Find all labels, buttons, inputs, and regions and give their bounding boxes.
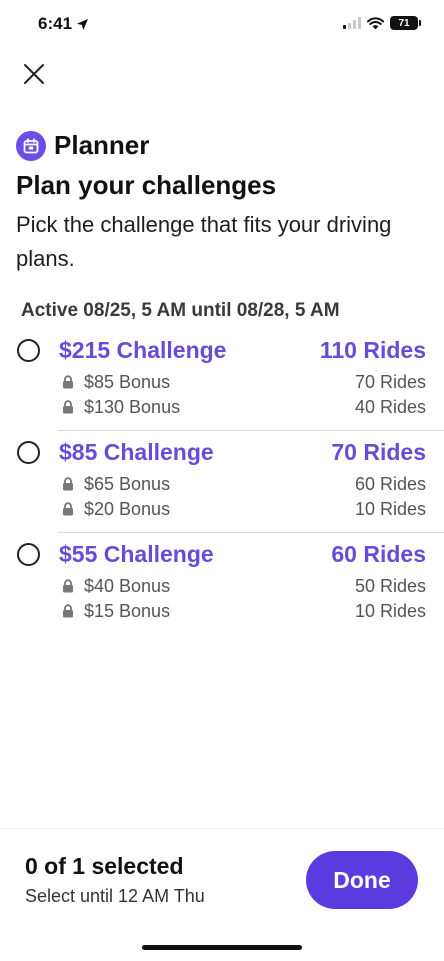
challenge-option[interactable]: $55 Challenge 60 Rides $40 Bonus 50 Ride… [0,532,444,640]
bonus-label: $65 Bonus [84,473,171,494]
bonus-label: $15 Bonus [84,600,171,621]
calendar-icon [16,130,46,161]
planner-label: Planner [54,130,150,160]
bonus-rides: 40 Rides [354,396,426,417]
bonus-row: $20 Bonus 10 Rides [60,497,426,521]
challenge-list: $215 Challenge 110 Rides $85 Bonus 70 Ri… [0,334,444,640]
battery-level: 71 [398,17,410,29]
status-bar: 6:41 71 [0,0,444,50]
challenge-title: $215 Challenge [59,337,227,363]
location-arrow-icon [76,18,89,30]
close-button[interactable] [18,58,50,90]
lock-icon [60,603,76,619]
bonus-label: $85 Bonus [84,371,171,392]
challenge-title: $85 Challenge [59,439,214,465]
lock-icon [60,399,76,415]
bonus-label: $40 Bonus [84,575,171,596]
status-time-text: 6:41 [38,14,73,33]
status-indicators: 71 [343,16,421,30]
bonus-row: $65 Bonus 60 Rides [60,472,426,496]
bonus-rides: 10 Rides [354,498,426,519]
bonus-rides: 70 Rides [354,371,426,392]
planner-header: Planner [16,130,149,161]
home-indicator[interactable] [142,945,302,950]
battery-indicator: 71 [390,16,421,30]
bonus-rides: 50 Rides [354,575,426,596]
bonus-label: $20 Bonus [84,498,171,519]
close-icon [24,64,44,84]
page-title: Plan your challenges [16,170,277,200]
challenge-rides: 60 Rides [331,541,426,567]
challenge-rides: 70 Rides [331,439,426,465]
challenge-radio[interactable] [17,543,40,566]
lock-icon [60,374,76,390]
lock-icon [60,578,76,594]
cellular-signal-icon [343,17,361,29]
challenge-rides: 110 Rides [319,337,426,363]
status-time: 6:41 [38,14,89,34]
done-button[interactable]: Done [306,851,418,909]
bonus-rides: 10 Rides [354,600,426,621]
bonus-row: $15 Bonus 10 Rides [60,599,426,623]
challenge-title: $55 Challenge [59,541,214,567]
bonus-row: $40 Bonus 50 Rides [60,574,426,598]
wifi-icon [367,16,384,29]
challenge-radio[interactable] [17,339,40,362]
lock-icon [60,476,76,492]
bonus-row: $85 Bonus 70 Rides [60,370,426,394]
bonus-rides: 60 Rides [354,473,426,494]
bonus-row: $130 Bonus 40 Rides [60,395,426,419]
selected-count: 0 of 1 selected [25,853,184,879]
bonus-label: $130 Bonus [84,396,181,417]
challenge-option[interactable]: $85 Challenge 70 Rides $65 Bonus 60 Ride… [0,430,444,538]
challenge-radio[interactable] [17,441,40,464]
select-until-text: Select until 12 AM Thu [25,886,205,906]
page-subtitle: Pick the challenge that fits your drivin… [16,212,392,271]
lock-icon [60,501,76,517]
active-window-text: Active 08/25, 5 AM until 08/28, 5 AM [21,300,340,321]
challenge-option[interactable]: $215 Challenge 110 Rides $85 Bonus 70 Ri… [0,334,444,436]
selection-footer: 0 of 1 selected Select until 12 AM Thu D… [0,828,444,961]
